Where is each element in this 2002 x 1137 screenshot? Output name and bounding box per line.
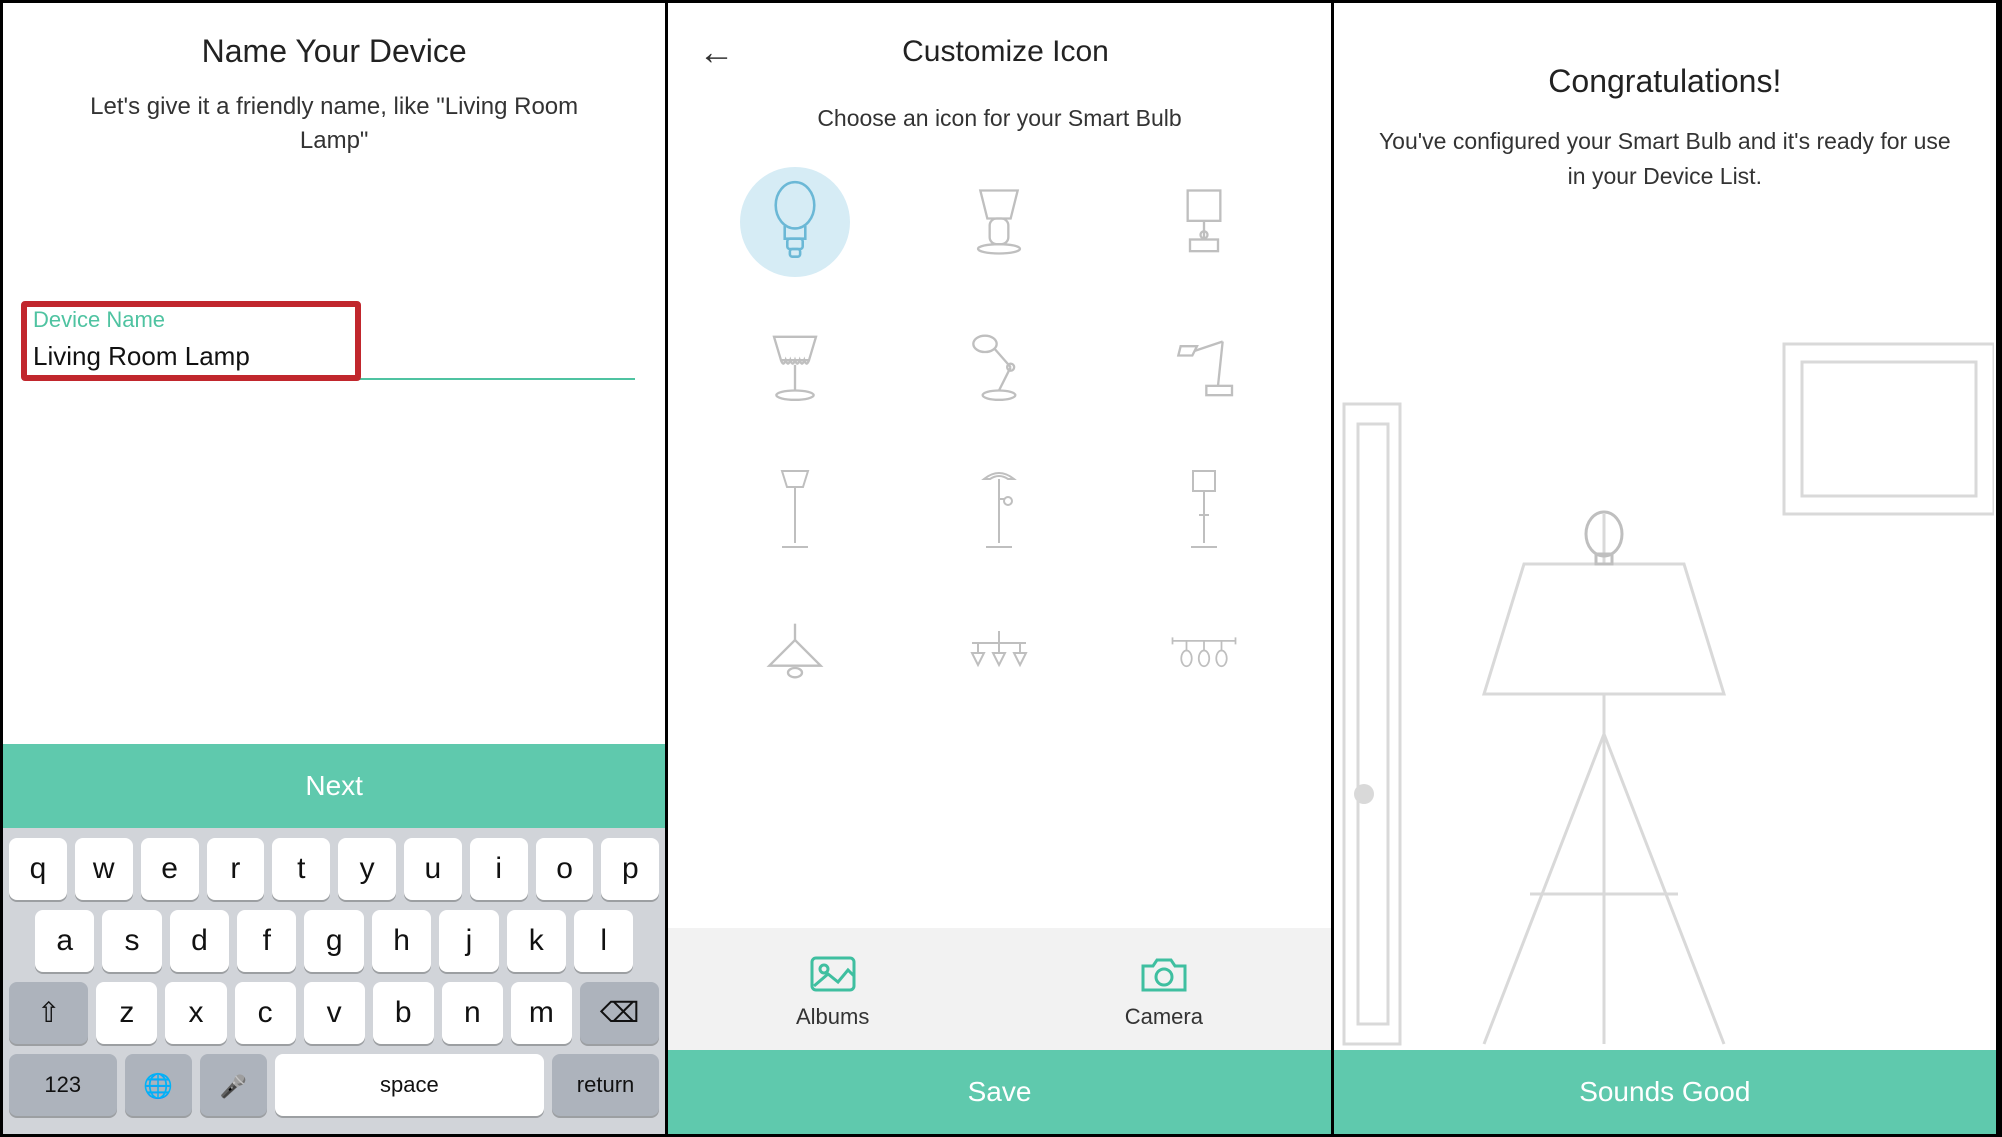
onscreen-keyboard: q w e r t y u i o p a s d f g h j k l z … <box>3 828 665 1134</box>
key-k[interactable]: k <box>507 910 566 972</box>
backspace-icon <box>600 996 640 1030</box>
icon-option-table-lamp-shade[interactable] <box>912 162 1086 282</box>
icon-option-pendant[interactable] <box>708 594 882 714</box>
key-backspace[interactable] <box>580 982 659 1044</box>
camera-button[interactable]: Camera <box>1125 954 1203 1030</box>
header: ← Customize Icon <box>668 3 1330 77</box>
page-title: Customize Icon <box>700 35 1310 69</box>
key-l[interactable]: l <box>574 910 633 972</box>
key-c[interactable]: c <box>235 982 296 1044</box>
key-a[interactable]: a <box>35 910 94 972</box>
shift-icon <box>37 996 60 1030</box>
content: Congratulations! You've configured your … <box>1334 3 1996 1134</box>
key-y[interactable]: y <box>338 838 396 900</box>
icon-option-torchiere[interactable] <box>912 450 1086 570</box>
floor-lamp-icon <box>760 465 830 555</box>
icon-option-floor-lamp[interactable] <box>708 450 882 570</box>
icon-option-desk-lamp-box[interactable] <box>1117 162 1291 282</box>
key-shift[interactable] <box>9 982 88 1044</box>
keyboard-row-2: a s d f g h j k l <box>9 910 659 972</box>
panel-customize-icon: ← Customize Icon Choose an icon for your… <box>668 3 1333 1134</box>
key-q[interactable]: q <box>9 838 67 900</box>
key-d[interactable]: d <box>170 910 229 972</box>
photo-source-bar: Albums Camera <box>668 928 1330 1050</box>
arm-desk-lamp-icon <box>1169 321 1239 411</box>
chandelier-3-icon <box>964 609 1034 699</box>
device-name-label: Device Name <box>33 307 635 333</box>
table-lamp-shade-icon <box>964 177 1034 267</box>
key-s[interactable]: s <box>102 910 161 972</box>
device-name-form: Device Name <box>33 307 635 380</box>
albums-label: Albums <box>796 1004 869 1029</box>
page-title: Congratulations! <box>1374 63 1956 100</box>
icon-option-bulb[interactable] <box>740 167 850 277</box>
torchiere-icon <box>964 465 1034 555</box>
panel-congratulations: Congratulations! You've configured your … <box>1334 3 1999 1134</box>
key-r[interactable]: r <box>207 838 265 900</box>
sounds-good-button[interactable]: Sounds Good <box>1334 1050 1996 1134</box>
key-globe[interactable] <box>125 1054 192 1116</box>
keyboard-row-3: z x c v b n m <box>9 982 659 1044</box>
keyboard-row-4: 123 space return <box>9 1054 659 1116</box>
next-button[interactable]: Next <box>3 744 665 828</box>
key-h[interactable]: h <box>372 910 431 972</box>
bulb-icon <box>760 177 830 267</box>
keyboard-row-1: q w e r t y u i o p <box>9 838 659 900</box>
icon-option-track-3[interactable] <box>1117 594 1291 714</box>
icon-option-chandelier-3[interactable] <box>912 594 1086 714</box>
page-title: Name Your Device <box>3 33 665 70</box>
adjustable-desk-lamp-icon <box>964 321 1034 411</box>
desk-lamp-box-icon <box>1169 177 1239 267</box>
panel-name-device: Name Your Device Let's give it a friendl… <box>3 3 668 1134</box>
key-j[interactable]: j <box>439 910 498 972</box>
mic-icon <box>220 1068 247 1102</box>
key-f[interactable]: f <box>237 910 296 972</box>
key-m[interactable]: m <box>511 982 572 1044</box>
camera-label: Camera <box>1125 1004 1203 1029</box>
key-g[interactable]: g <box>304 910 363 972</box>
albums-icon <box>808 954 858 994</box>
icon-option-table-lamp-frill[interactable] <box>708 306 882 426</box>
camera-icon <box>1139 954 1189 994</box>
track-3-icon <box>1169 609 1239 699</box>
room-illustration <box>1334 334 1994 1054</box>
device-name-input[interactable] <box>33 335 635 380</box>
key-e[interactable]: e <box>141 838 199 900</box>
pendant-icon <box>760 609 830 699</box>
key-mic[interactable] <box>200 1054 267 1116</box>
icon-option-arm-desk-lamp[interactable] <box>1117 306 1291 426</box>
key-n[interactable]: n <box>442 982 503 1044</box>
table-lamp-frill-icon <box>760 321 830 411</box>
page-subtitle: Choose an icon for your Smart Bulb <box>668 105 1330 132</box>
key-t[interactable]: t <box>272 838 330 900</box>
key-w[interactable]: w <box>75 838 133 900</box>
key-z[interactable]: z <box>96 982 157 1044</box>
save-button[interactable]: Save <box>668 1050 1330 1134</box>
globe-icon <box>143 1068 173 1102</box>
key-v[interactable]: v <box>304 982 365 1044</box>
icon-option-adjustable-desk-lamp[interactable] <box>912 306 1086 426</box>
key-return[interactable]: return <box>552 1054 660 1116</box>
key-numbers[interactable]: 123 <box>9 1054 117 1116</box>
key-p[interactable]: p <box>601 838 659 900</box>
key-space[interactable]: space <box>275 1054 544 1116</box>
icon-option-floor-lamp-box[interactable] <box>1117 450 1291 570</box>
albums-button[interactable]: Albums <box>796 954 869 1030</box>
icon-grid <box>668 132 1330 724</box>
floor-lamp-box-icon <box>1169 465 1239 555</box>
key-x[interactable]: x <box>165 982 226 1044</box>
key-u[interactable]: u <box>404 838 462 900</box>
key-o[interactable]: o <box>536 838 594 900</box>
key-i[interactable]: i <box>470 838 528 900</box>
page-subtitle: Let's give it a friendly name, like "Liv… <box>63 90 605 157</box>
key-b[interactable]: b <box>373 982 434 1044</box>
page-subtitle: You've configured your Smart Bulb and it… <box>1374 124 1956 193</box>
